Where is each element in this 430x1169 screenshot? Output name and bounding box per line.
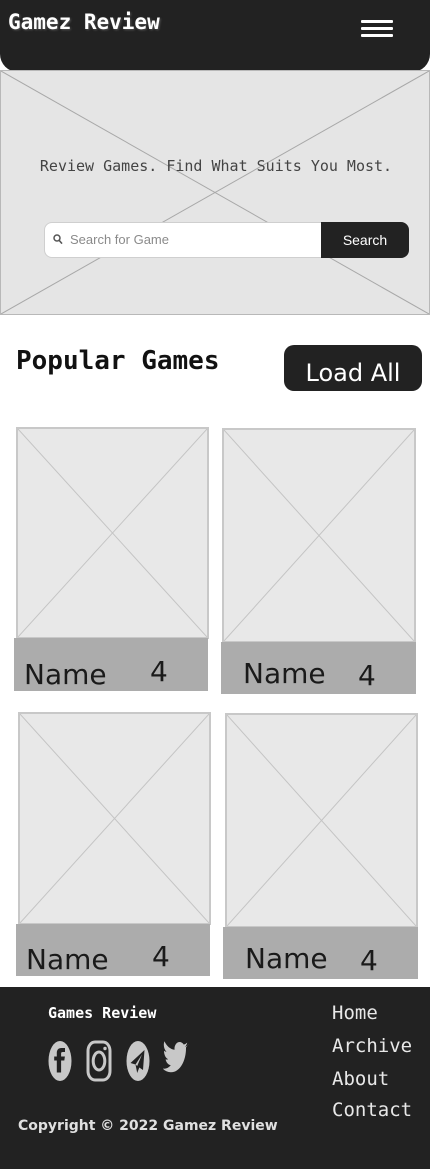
search-bar: Search for Game Search <box>44 222 409 258</box>
search-button[interactable]: Search <box>321 222 409 258</box>
site-title[interactable]: Gamez Review <box>8 10 160 34</box>
game-name: Name <box>245 942 328 975</box>
game-image <box>18 712 211 925</box>
game-image <box>225 713 418 928</box>
search-icon <box>53 234 63 245</box>
placeholder-image-icon <box>1 71 429 314</box>
footer-link-about[interactable]: About <box>332 1068 389 1090</box>
hero-tagline: Review Games. Find What Suits You Most. <box>39 157 393 175</box>
hamburger-menu-icon[interactable] <box>361 20 393 38</box>
footer-link-contact[interactable]: Contact <box>332 1099 412 1121</box>
game-name: Name <box>243 657 326 690</box>
footer-link-home[interactable]: Home <box>332 1002 378 1024</box>
copyright-text: Copyright © 2022 Gamez Review <box>18 1118 278 1134</box>
game-name: Name <box>26 943 109 976</box>
site-footer: Games Review Copyright © 2022 Gamez Revi… <box>0 987 430 1169</box>
placeholder-image-icon <box>227 715 416 926</box>
facebook-icon[interactable] <box>47 1039 73 1083</box>
game-name: Name <box>24 658 107 691</box>
game-rating: 4 <box>360 944 378 977</box>
hero-banner: Review Games. Find What Suits You Most. … <box>0 70 430 315</box>
load-all-button[interactable]: Load All <box>284 345 422 391</box>
placeholder-image-icon <box>20 714 209 923</box>
game-rating: 4 <box>358 659 376 692</box>
section-title: Popular Games <box>16 346 220 376</box>
twitter-icon[interactable] <box>163 1039 189 1083</box>
game-rating: 4 <box>150 655 168 688</box>
footer-brand: Games Review <box>48 1004 157 1022</box>
telegram-icon[interactable] <box>125 1039 151 1083</box>
game-rating: 4 <box>152 940 170 973</box>
top-header: Gamez Review <box>0 0 430 72</box>
game-image <box>16 427 209 639</box>
search-placeholder: Search for Game <box>70 232 169 247</box>
placeholder-image-icon <box>224 430 414 641</box>
search-input[interactable]: Search for Game <box>44 222 322 258</box>
instagram-icon[interactable] <box>86 1039 112 1083</box>
footer-link-archive[interactable]: Archive <box>332 1035 412 1057</box>
game-image <box>222 428 416 643</box>
placeholder-image-icon <box>18 429 207 637</box>
